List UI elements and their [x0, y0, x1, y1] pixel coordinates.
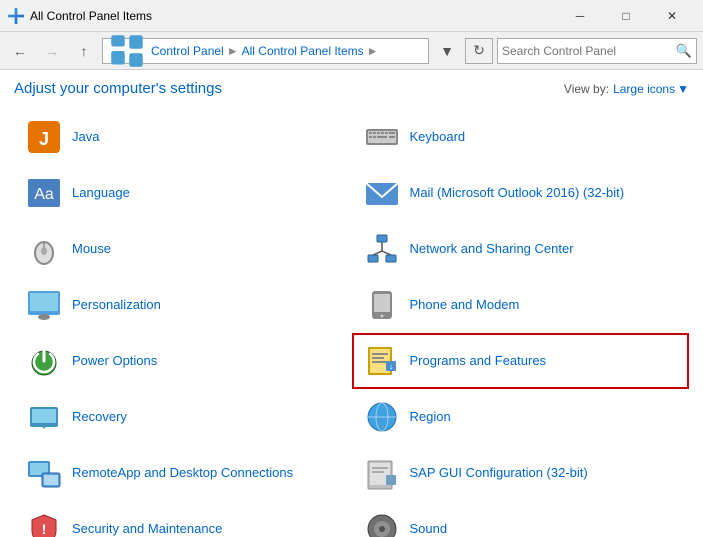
java-icon: J	[24, 117, 64, 157]
section-title: Adjust your computer's settings	[14, 80, 222, 97]
main-area: Adjust your computer's settings View by:…	[0, 70, 703, 537]
path-control-panel[interactable]: Control Panel	[151, 44, 224, 58]
view-by-value[interactable]: Large icons ▼	[613, 82, 689, 96]
minimize-button[interactable]: ─	[557, 0, 603, 32]
app-icon	[8, 8, 24, 24]
keyboard-label[interactable]: Keyboard	[410, 129, 466, 146]
security-label[interactable]: Security and Maintenance	[72, 521, 222, 537]
keyboard-icon	[362, 117, 402, 157]
dropdown-button[interactable]: ▼	[433, 37, 461, 65]
chevron-down-icon: ▼	[677, 82, 689, 96]
security-icon: !	[24, 509, 64, 537]
item-mouse[interactable]: Mouse	[14, 221, 352, 277]
item-sound[interactable]: Sound	[352, 501, 690, 537]
view-by-label: View by:	[564, 82, 609, 96]
view-by: View by: Large icons ▼	[564, 82, 689, 96]
power-icon	[24, 341, 64, 381]
item-region[interactable]: Region	[352, 389, 690, 445]
network-label[interactable]: Network and Sharing Center	[410, 241, 574, 258]
recovery-label[interactable]: Recovery	[72, 409, 127, 426]
item-language[interactable]: Aa Language	[14, 165, 352, 221]
sound-label[interactable]: Sound	[410, 521, 448, 537]
item-keyboard[interactable]: Keyboard	[352, 109, 690, 165]
item-programs[interactable]: ↓ Programs and Features	[352, 333, 690, 389]
close-button[interactable]: ✕	[649, 0, 695, 32]
region-icon	[362, 397, 402, 437]
svg-text:Aa: Aa	[34, 186, 54, 203]
search-submit-button[interactable]: 🔍	[676, 43, 692, 59]
remoteapp-icon	[24, 453, 64, 493]
language-label[interactable]: Language	[72, 185, 130, 202]
search-box[interactable]: 🔍	[497, 38, 697, 64]
language-icon: Aa	[24, 173, 64, 213]
address-bar: ← → ↑ Control Panel ► All Control Panel …	[0, 32, 703, 70]
personalization-label[interactable]: Personalization	[72, 297, 161, 314]
item-remoteapp[interactable]: RemoteApp and Desktop Connections	[14, 445, 352, 501]
svg-text:!: !	[42, 521, 47, 537]
address-path[interactable]: Control Panel ► All Control Panel Items …	[102, 38, 429, 64]
programs-icon: ↓	[362, 341, 402, 381]
remoteapp-label[interactable]: RemoteApp and Desktop Connections	[72, 465, 293, 482]
sap-label[interactable]: SAP GUI Configuration (32-bit)	[410, 465, 588, 482]
mouse-icon	[24, 229, 64, 269]
item-recovery[interactable]: Recovery	[14, 389, 352, 445]
network-icon	[362, 229, 402, 269]
section-header: Adjust your computer's settings View by:…	[14, 80, 689, 97]
items-grid: J Java Keyboard Aa Language Mail (Micros…	[14, 109, 689, 537]
power-label[interactable]: Power Options	[72, 353, 157, 370]
item-java[interactable]: J Java	[14, 109, 352, 165]
region-label[interactable]: Region	[410, 409, 451, 426]
item-mail[interactable]: Mail (Microsoft Outlook 2016) (32-bit)	[352, 165, 690, 221]
item-personalization[interactable]: Personalization	[14, 277, 352, 333]
back-button[interactable]: ←	[6, 37, 34, 65]
phone-icon	[362, 285, 402, 325]
content-area: Adjust your computer's settings View by:…	[0, 70, 703, 537]
forward-button[interactable]: →	[38, 37, 66, 65]
mail-label[interactable]: Mail (Microsoft Outlook 2016) (32-bit)	[410, 185, 625, 202]
window-title: All Control Panel Items	[30, 9, 557, 23]
sap-icon	[362, 453, 402, 493]
phone-label[interactable]: Phone and Modem	[410, 297, 520, 314]
search-input[interactable]	[502, 44, 676, 58]
mouse-label[interactable]: Mouse	[72, 241, 111, 258]
item-security[interactable]: ! Security and Maintenance	[14, 501, 352, 537]
personalization-icon	[24, 285, 64, 325]
recovery-icon	[24, 397, 64, 437]
programs-label[interactable]: Programs and Features	[410, 353, 547, 370]
mail-icon	[362, 173, 402, 213]
up-button[interactable]: ↑	[70, 37, 98, 65]
item-power[interactable]: Power Options	[14, 333, 352, 389]
item-network[interactable]: Network and Sharing Center	[352, 221, 690, 277]
java-label[interactable]: Java	[72, 129, 99, 146]
window-controls: ─ □ ✕	[557, 0, 695, 32]
svg-text:J: J	[39, 129, 49, 149]
title-bar: All Control Panel Items ─ □ ✕	[0, 0, 703, 32]
sound-icon	[362, 509, 402, 537]
svg-text:↓: ↓	[389, 362, 393, 371]
path-all-items[interactable]: All Control Panel Items	[242, 44, 364, 58]
item-sap[interactable]: SAP GUI Configuration (32-bit)	[352, 445, 690, 501]
maximize-button[interactable]: □	[603, 0, 649, 32]
item-phone[interactable]: Phone and Modem	[352, 277, 690, 333]
refresh-button[interactable]: ↻	[465, 38, 493, 64]
